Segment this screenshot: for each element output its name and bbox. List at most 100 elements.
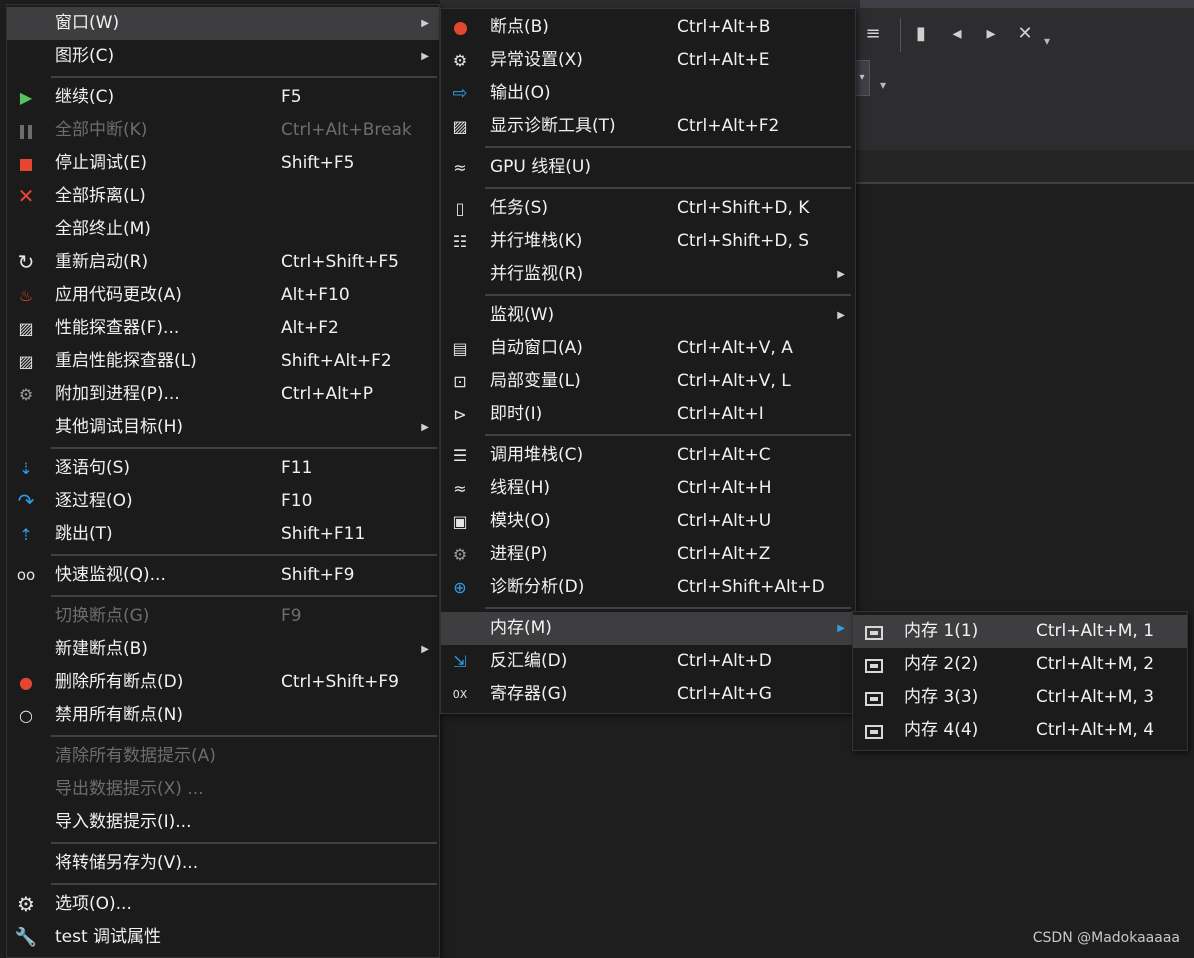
menu-separator xyxy=(485,434,851,436)
menu-item-shortcut: Shift+F9 xyxy=(281,565,355,585)
menu-item-label: 反汇编(D) xyxy=(490,651,568,671)
menu-item-export-datatips[interactable]: 导出数据提示(X) ... xyxy=(7,773,439,806)
toolbar-overflow-icon[interactable]: ▾ xyxy=(880,78,886,92)
menu-item-label: 监视(W) xyxy=(490,305,555,325)
menu-item-window[interactable]: 窗口(W) ▶ xyxy=(7,7,439,40)
menu-item-shortcut: Ctrl+Alt+H xyxy=(677,478,772,498)
menu-item-modules[interactable]: ▣ 模块(O) Ctrl+Alt+U xyxy=(441,505,855,538)
menu-item-shortcut: F11 xyxy=(281,458,313,478)
menu-item-label: 禁用所有断点(N) xyxy=(55,705,183,725)
menu-item-step-over[interactable]: ↷ 逐过程(O) F10 xyxy=(7,485,439,518)
menu-item-label: 内存 4(4) xyxy=(904,720,979,740)
menu-item-shortcut: Ctrl+Alt+Break xyxy=(281,120,412,140)
menu-item-shortcut: Alt+F10 xyxy=(281,285,350,305)
menu-separator xyxy=(51,554,437,556)
menu-item-label: 并行堆栈(K) xyxy=(490,231,583,251)
menu-item-disassembly[interactable]: ⇲ 反汇编(D) Ctrl+Alt+D xyxy=(441,645,855,678)
menu-item-parallel-watch[interactable]: 并行监视(R) ▶ xyxy=(441,258,855,291)
menu-item-detach-all[interactable]: ✕ 全部拆离(L) xyxy=(7,180,439,213)
menu-item-import-datatips[interactable]: 导入数据提示(I)... xyxy=(7,806,439,839)
menu-item-gpu-threads[interactable]: ≈ GPU 线程(U) xyxy=(441,151,855,184)
diagnostic-analysis-icon: ⊕ xyxy=(453,578,467,597)
menu-separator xyxy=(51,842,437,844)
toolbar-overflow-icon[interactable]: ▾ xyxy=(1044,34,1050,48)
menu-item-threads[interactable]: ≈ 线程(H) Ctrl+Alt+H xyxy=(441,472,855,505)
menu-item-memory-1[interactable]: 内存 1(1) Ctrl+Alt+M, 1 xyxy=(853,615,1187,648)
menu-item-save-dump-as[interactable]: 将转储另存为(V)... xyxy=(7,847,439,880)
menu-item-parallel-stacks[interactable]: ☷ 并行堆栈(K) Ctrl+Shift+D, S xyxy=(441,225,855,258)
menu-item-graphics[interactable]: 图形(C) ▶ xyxy=(7,40,439,73)
menu-item-label: 输出(O) xyxy=(490,83,551,103)
menu-item-memory-3[interactable]: 内存 3(3) Ctrl+Alt+M, 3 xyxy=(853,681,1187,714)
menu-item-diagnostic-analysis[interactable]: ⊕ 诊断分析(D) Ctrl+Shift+Alt+D xyxy=(441,571,855,604)
menu-item-breakpoints[interactable]: 断点(B) Ctrl+Alt+B xyxy=(441,11,855,44)
menu-item-label: 新建断点(B) xyxy=(55,639,148,659)
menu-item-immediate[interactable]: ⊳ 即时(I) Ctrl+Alt+I xyxy=(441,398,855,431)
menu-item-new-breakpoint[interactable]: 新建断点(B) ▶ xyxy=(7,633,439,666)
memory-icon xyxy=(859,648,889,681)
menu-item-memory-4[interactable]: 内存 4(4) Ctrl+Alt+M, 4 xyxy=(853,714,1187,747)
menu-item-memory-2[interactable]: 内存 2(2) Ctrl+Alt+M, 2 xyxy=(853,648,1187,681)
menu-item-memory[interactable]: 内存(M) ▶ xyxy=(441,612,855,645)
menu-item-toggle-breakpoint[interactable]: 切换断点(G) F9 xyxy=(7,600,439,633)
menu-separator xyxy=(51,883,437,885)
menu-item-tasks[interactable]: ▯ 任务(S) Ctrl+Shift+D, K xyxy=(441,192,855,225)
menu-item-label: 内存 3(3) xyxy=(904,687,979,707)
menu-item-diagnostic-tools[interactable]: ▨ 显示诊断工具(T) Ctrl+Alt+F2 xyxy=(441,110,855,143)
memory-icon xyxy=(859,714,889,747)
menu-item-shortcut: Ctrl+Alt+M, 2 xyxy=(1036,654,1155,674)
next-bookmark-icon[interactable]: ▸ xyxy=(978,20,1004,48)
menu-separator xyxy=(485,607,851,609)
menu-item-watch[interactable]: 监视(W) ▶ xyxy=(441,299,855,332)
clear-bookmarks-icon[interactable]: ✕ xyxy=(1012,20,1038,48)
menu-item-restart[interactable]: ↻ 重新启动(R) Ctrl+Shift+F5 xyxy=(7,246,439,279)
previous-bookmark-icon[interactable]: ◂ xyxy=(944,20,970,48)
menu-item-other-debug-targets[interactable]: 其他调试目标(H) ▶ xyxy=(7,411,439,444)
menu-item-attach-to-process[interactable]: ⚙ 附加到进程(P)... Ctrl+Alt+P xyxy=(7,378,439,411)
menu-item-step-out[interactable]: ⇡ 跳出(T) Shift+F11 xyxy=(7,518,439,551)
menu-item-exception-settings[interactable]: ⚙ 异常设置(X) Ctrl+Alt+E xyxy=(441,44,855,77)
menu-item-shortcut: Ctrl+Shift+D, S xyxy=(677,231,810,251)
menu-separator xyxy=(485,294,851,296)
menu-item-clear-datatips[interactable]: 清除所有数据提示(A) xyxy=(7,740,439,773)
debug-menu: 窗口(W) ▶ 图形(C) ▶ ▶ 继续(C) F5 全部中断(K) Ctrl+… xyxy=(6,4,440,958)
menu-item-continue[interactable]: ▶ 继续(C) F5 xyxy=(7,81,439,114)
menu-item-quick-watch[interactable]: oo 快速监视(Q)... Shift+F9 xyxy=(7,559,439,592)
performance-restart-icon: ▨ xyxy=(18,352,34,371)
menu-item-autos[interactable]: ▤ 自动窗口(A) Ctrl+Alt+V, A xyxy=(441,332,855,365)
menu-item-relaunch-profiler[interactable]: ▨ 重启性能探查器(L) Shift+Alt+F2 xyxy=(7,345,439,378)
menu-item-apply-code-changes[interactable]: ♨ 应用代码更改(A) Alt+F10 xyxy=(7,279,439,312)
stop-icon xyxy=(11,147,41,180)
processes-icon: ⚙ xyxy=(452,545,468,564)
menu-item-break-all[interactable]: 全部中断(K) Ctrl+Alt+Break xyxy=(7,114,439,147)
menu-item-shortcut: Alt+F2 xyxy=(281,318,339,338)
menu-item-disable-all-breakpoints[interactable]: ○ 禁用所有断点(N) xyxy=(7,699,439,732)
menu-item-shortcut: F10 xyxy=(281,491,313,511)
menu-item-debug-properties[interactable]: 🔧 test 调试属性 xyxy=(7,921,439,954)
menu-item-label: 继续(C) xyxy=(55,87,115,107)
menu-item-shortcut: Ctrl+Alt+Z xyxy=(677,544,771,564)
menu-separator xyxy=(51,735,437,737)
menu-item-stop-debugging[interactable]: 停止调试(E) Shift+F5 xyxy=(7,147,439,180)
menu-item-processes[interactable]: ⚙ 进程(P) Ctrl+Alt+Z xyxy=(441,538,855,571)
menu-item-registers[interactable]: 0X 寄存器(G) Ctrl+Alt+G xyxy=(441,678,855,711)
menu-item-delete-all-breakpoints[interactable]: ● 删除所有断点(D) Ctrl+Shift+F9 xyxy=(7,666,439,699)
menu-item-output[interactable]: ⇨ 输出(O) xyxy=(441,77,855,110)
toolbar-dropdown[interactable]: ▾ xyxy=(854,60,870,96)
menu-item-step-into[interactable]: ⇣ 逐语句(S) F11 xyxy=(7,452,439,485)
modules-icon: ▣ xyxy=(452,512,468,531)
menu-item-terminate-all[interactable]: 全部终止(M) xyxy=(7,213,439,246)
menu-item-label: test 调试属性 xyxy=(55,927,162,947)
menu-item-locals[interactable]: ⊡ 局部变量(L) Ctrl+Alt+V, L xyxy=(441,365,855,398)
menu-item-options[interactable]: ⚙ 选项(O)... xyxy=(7,888,439,921)
comment-icon[interactable]: ≡ xyxy=(860,20,886,48)
menu-item-label: 即时(I) xyxy=(490,404,543,424)
restart-icon: ↻ xyxy=(17,250,35,274)
bookmark-icon[interactable]: ▮ xyxy=(908,20,934,48)
menu-item-label: 诊断分析(D) xyxy=(490,577,585,597)
menu-item-label: 线程(H) xyxy=(490,478,551,498)
step-over-icon: ↷ xyxy=(17,489,35,513)
menu-item-performance-profiler[interactable]: ▨ 性能探查器(F)... Alt+F2 xyxy=(7,312,439,345)
menu-item-call-stack[interactable]: ☰ 调用堆栈(C) Ctrl+Alt+C xyxy=(441,439,855,472)
menu-item-shortcut: Ctrl+Alt+V, L xyxy=(677,371,791,391)
